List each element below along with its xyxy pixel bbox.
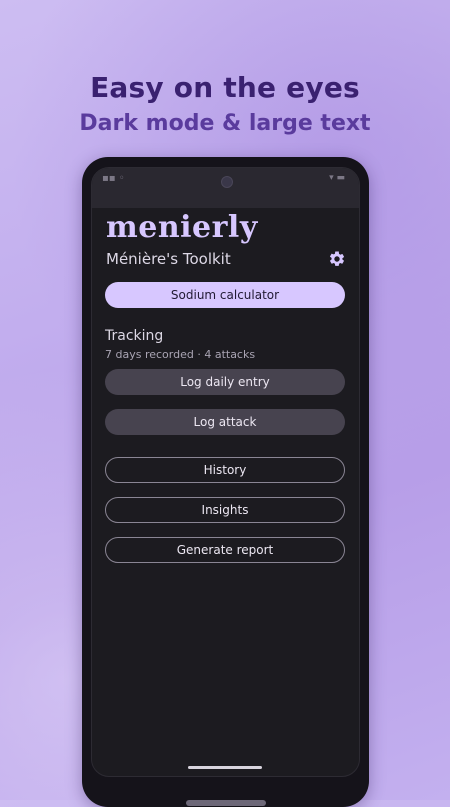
log-attack-button[interactable]: Log attack bbox=[105, 409, 345, 435]
insights-button[interactable]: Insights bbox=[105, 497, 345, 523]
camera-icon bbox=[221, 176, 233, 188]
status-bar: ▪▪ ◦ ▾ ▬ bbox=[92, 168, 359, 208]
phone-bottom-edge bbox=[186, 800, 266, 806]
gear-icon[interactable] bbox=[328, 250, 346, 268]
log-daily-entry-button[interactable]: Log daily entry bbox=[105, 369, 345, 395]
status-icons: ▾ ▬ bbox=[329, 173, 345, 183]
gesture-navigation-bar[interactable] bbox=[188, 766, 262, 769]
promo-subheadline: Dark mode & large text bbox=[79, 111, 371, 136]
promo-headline: Easy on the eyes bbox=[90, 71, 360, 104]
phone-frame: ▪▪ ◦ ▾ ▬ menierly Ménière's Toolkit Sodi… bbox=[82, 157, 369, 807]
app-screen: ▪▪ ◦ ▾ ▬ menierly Ménière's Toolkit Sodi… bbox=[91, 167, 360, 777]
tracking-summary: 7 days recorded · 4 attacks bbox=[105, 348, 256, 361]
app-logo: menierly bbox=[106, 210, 258, 245]
tracking-title: Tracking bbox=[105, 328, 164, 344]
status-time: ▪▪ ◦ bbox=[102, 173, 125, 184]
generate-report-button[interactable]: Generate report bbox=[105, 537, 345, 563]
app-title: Ménière's Toolkit bbox=[106, 250, 231, 268]
history-button[interactable]: History bbox=[105, 457, 345, 483]
sodium-calculator-button[interactable]: Sodium calculator bbox=[105, 282, 345, 308]
